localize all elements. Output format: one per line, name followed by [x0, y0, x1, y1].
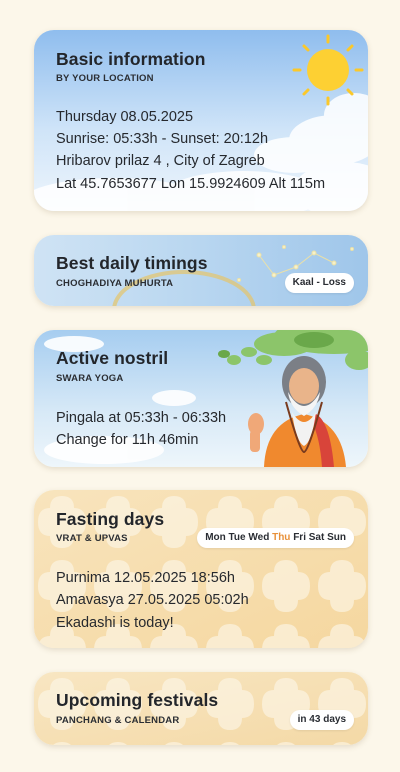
- daily-timings-card[interactable]: Best daily timings CHOGHADIYA MUHURTA Ka…: [34, 235, 368, 306]
- purnima-text: Purnima 12.05.2025 18:56h: [56, 570, 235, 586]
- weekday-mon: Mon: [205, 532, 226, 543]
- fasting-days-card[interactable]: Fasting days VRAT & UPVAS Mon Tue Wed Th…: [34, 490, 368, 648]
- card-subtitle: PANCHANG & CALENDAR: [56, 715, 180, 726]
- weekday-sat: Sat: [308, 532, 325, 543]
- basic-info-card[interactable]: Basic information BY YOUR LOCATION Thurs…: [34, 30, 368, 211]
- amavasya-text: Amavasya 27.05.2025 05:02h: [56, 592, 249, 608]
- current-period-badge: Kaal - Loss: [284, 273, 354, 293]
- card-subtitle: BY YOUR LOCATION: [56, 73, 154, 84]
- upcoming-festivals-card[interactable]: Upcoming festivals PANCHANG & CALENDAR i…: [34, 672, 368, 745]
- card-subtitle: VRAT & UPVAS: [56, 533, 128, 544]
- ekadashi-text: Ekadashi is today!: [56, 615, 174, 631]
- next-festival-badge: in 43 days: [289, 710, 354, 730]
- nostril-change-text: Change for 11h 46min: [56, 432, 199, 448]
- address-text: Hribarov prilaz 4 , City of Zagreb: [56, 153, 265, 169]
- weekday-wed: Wed: [248, 532, 270, 543]
- card-title: Upcoming festivals: [56, 690, 219, 710]
- sage-illustration: [248, 356, 346, 467]
- card-title: Best daily timings: [56, 253, 208, 273]
- weekday-fri: Fri: [293, 532, 306, 543]
- card-title: Fasting days: [56, 509, 165, 529]
- card-subtitle: SWARA YOGA: [56, 373, 124, 384]
- card-title: Active nostril: [56, 348, 169, 368]
- weekday-thu-active: Thu: [272, 532, 291, 543]
- date-text: Thursday 08.05.2025: [56, 109, 194, 125]
- card-title: Basic information: [56, 49, 206, 69]
- active-nostril-card[interactable]: Active nostril SWARA YOGA Pingala at 05:…: [34, 330, 368, 467]
- coordinates-text: Lat 45.7653677 Lon 15.9924609 Alt 115m: [56, 176, 326, 192]
- sun-icon: [292, 34, 364, 106]
- weekdays-badge: Mon Tue Wed Thu Fri Sat Sun: [197, 528, 354, 548]
- nostril-period-text: Pingala at 05:33h - 06:33h: [56, 410, 227, 426]
- card-subtitle: CHOGHADIYA MUHURTA: [56, 278, 174, 289]
- sun-times-text: Sunrise: 05:33h - Sunset: 20:12h: [56, 131, 269, 147]
- weekday-sun: Sun: [327, 532, 346, 543]
- weekday-tue: Tue: [228, 532, 246, 543]
